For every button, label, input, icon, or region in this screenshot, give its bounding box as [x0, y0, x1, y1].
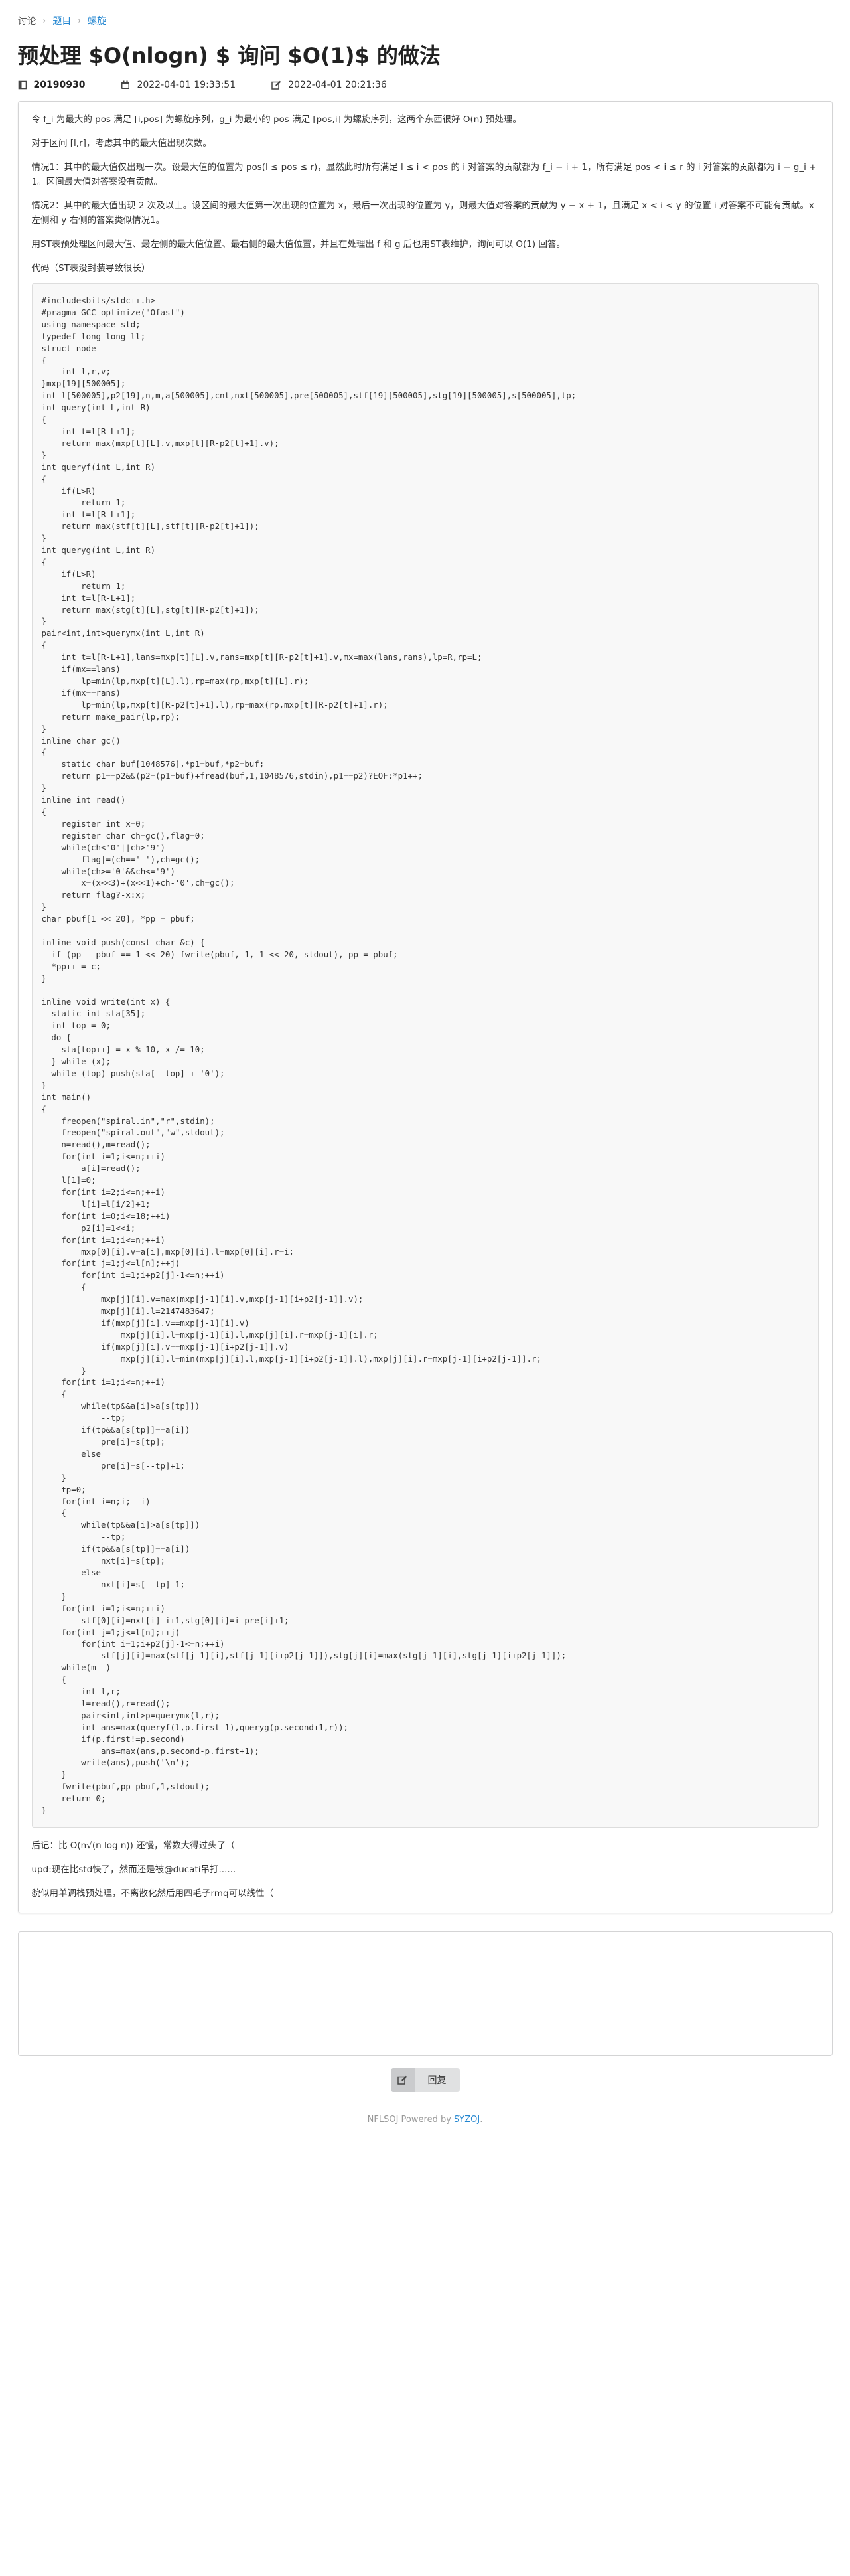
- note-linear: 貌似用单调栈预处理，不离散化然后用四毛子rmq可以线性（: [31, 1888, 274, 1899]
- edited-time: 2022-04-01 20:21:36: [288, 80, 387, 90]
- paragraph-st-table: 用ST表预处理区间最大值、最左侧的最大值位置、最右侧的最大值位置，并且在处理出 …: [31, 239, 565, 250]
- author-name[interactable]: 20190930: [34, 80, 86, 90]
- breadcrumb-discuss[interactable]: 讨论: [18, 14, 36, 27]
- page-title: 预处理 $O(nlogn) $ 询问 $O(1)$ 的做法: [17, 43, 441, 68]
- paragraph-1: 令 f_i 为最大的 pos 满足 [i,pos] 为螺旋序列，g_i 为最小的…: [31, 114, 522, 125]
- post-notes: 后记：比 O(n√(n log n)) 还慢，常数大得过头了（ upd:现在比s…: [32, 1838, 819, 1901]
- page-container: 讨论 › 题目 › 螺旋 预处理 $O(nlogn) $ 询问 $O(1)$ 的…: [17, 0, 833, 2128]
- breadcrumb-problems-link[interactable]: 题目: [52, 14, 71, 27]
- post-content: 令 f_i 为最大的 pos 满足 [i,pos] 为螺旋序列，g_i 为最小的…: [17, 101, 833, 1913]
- user-icon: [18, 80, 27, 90]
- footer-powered: NFLSOJ Powered by SYZOJ.: [18, 2115, 833, 2128]
- note-update: upd:现在比std快了，然而还是被@ducati吊打......: [31, 1864, 236, 1875]
- paragraph-2: 对于区间 [l,r]，考虑其中的最大值出现次数。: [31, 138, 212, 149]
- reply-actions: 回复: [18, 2068, 833, 2092]
- created-time: 2022-04-01 19:33:51: [137, 80, 236, 90]
- edited-meta: 2022-04-01 20:21:36: [271, 80, 387, 90]
- powered-prefix: NFLSOJ Powered by: [367, 2115, 455, 2125]
- note-postscript: 后记：比 O(n√(n log n)) 还慢，常数大得过头了（: [31, 1840, 235, 1851]
- author-meta: 20190930: [18, 80, 86, 90]
- paragraph-case-1: 情况1：其中的最大值仅出现一次。设最大值的位置为 pos(l ≤ pos ≤ r…: [31, 162, 817, 187]
- reply-button[interactable]: 回复: [390, 2068, 460, 2092]
- syzoj-link[interactable]: SYZOJ: [454, 2115, 480, 2125]
- breadcrumb: 讨论 › 题目 › 螺旋: [18, 0, 833, 27]
- post-meta: 20190930 2022-04-01 19:33:51 2022-04-01 …: [18, 78, 833, 92]
- created-meta: 2022-04-01 19:33:51: [121, 80, 236, 90]
- paragraph-case-2: 情况2：其中的最大值出现 2 次及以上。设区间的最大值第一次出现的位置为 x，最…: [31, 201, 814, 226]
- reply-editor: [17, 1931, 833, 2056]
- breadcrumb-separator: ›: [42, 16, 46, 25]
- reply-button-label: 回复: [427, 2075, 447, 2086]
- powered-suffix: .: [480, 2115, 483, 2125]
- code-block[interactable]: #include<bits/stdc++.h> #pragma GCC opti…: [31, 283, 819, 1828]
- calendar-icon: [121, 80, 130, 89]
- edit-icon: [271, 80, 281, 90]
- reply-textarea[interactable]: [18, 1932, 832, 2055]
- breadcrumb-separator: ›: [78, 16, 82, 25]
- breadcrumb-topic-link[interactable]: 螺旋: [88, 14, 106, 27]
- edit-icon: [390, 2068, 415, 2092]
- paragraph-code-label: 代码（ST表没封装导致很长）: [31, 263, 151, 274]
